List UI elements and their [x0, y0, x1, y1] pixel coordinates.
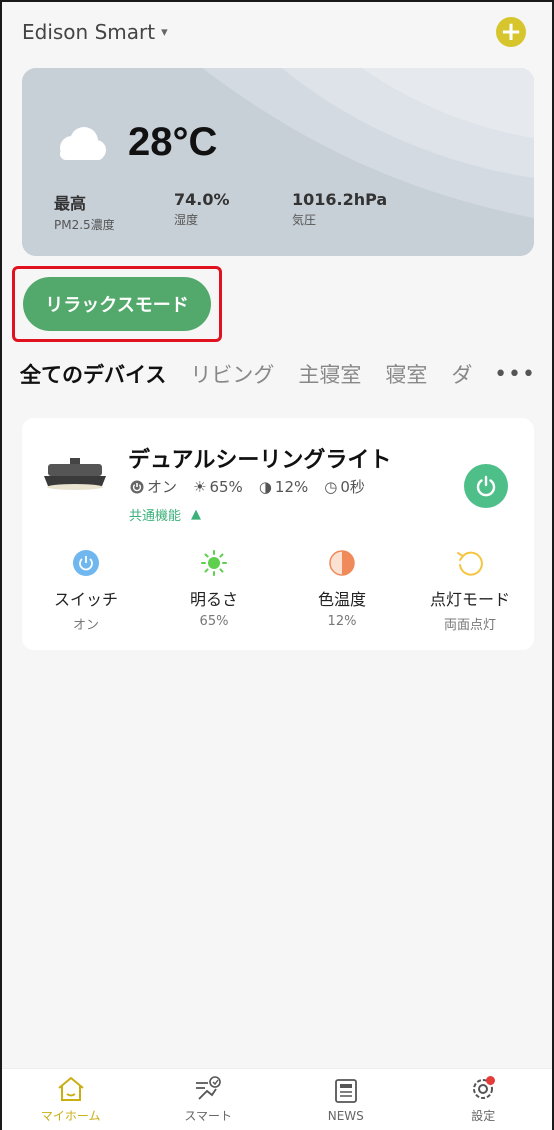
device-functions: スイッチ オン 明るさ 65% 色温度 12% 点灯モード 両面点灯 [22, 548, 534, 638]
smart-icon [196, 1076, 222, 1100]
news-icon [334, 1078, 357, 1103]
nav-smart-label: スマート [184, 1109, 233, 1123]
bottom-nav: マイホーム スマート NEWS 設定 [2, 1068, 552, 1130]
cloud-icon [60, 127, 106, 160]
tab-bedroom[interactable]: 寝室 [385, 359, 427, 389]
device-power-button[interactable] [464, 464, 508, 508]
func-brightness-value: 65% [199, 614, 229, 629]
add-device-button[interactable]: + [496, 17, 526, 47]
nav-my-home-label: マイホーム [40, 1109, 101, 1123]
status-timer-text: 0秒 [340, 478, 365, 496]
status-timer: ◷ 0秒 [324, 476, 365, 497]
clock-icon: ◷ [324, 477, 338, 496]
nav-news[interactable]: NEWS [277, 1069, 415, 1130]
tab-master-bedroom[interactable]: 主寝室 [298, 359, 361, 389]
pm25-value: 最高 [54, 194, 87, 213]
status-brightness-text: 65% [209, 477, 243, 496]
nav-settings[interactable]: 設定 [415, 1069, 553, 1130]
home-name: Edison Smart [22, 20, 156, 44]
nav-smart[interactable]: スマート [140, 1069, 278, 1130]
power-icon [71, 548, 101, 578]
func-mode[interactable]: 点灯モード 両面点灯 [406, 548, 534, 638]
common-functions-toggle[interactable]: 共通機能 ▲ [129, 505, 201, 524]
power-icon [476, 475, 496, 497]
room-tabs: 全てのデバイス リビング 主寝室 寝室 ダ [20, 354, 540, 394]
nav-news-label: NEWS [327, 1108, 364, 1123]
device-card[interactable]: デュアルシーリングライト オン ☀ 65% ◑ 12% ◷ 0秒 共通機能 ▲ [22, 418, 534, 650]
func-switch-name: スイッチ [53, 590, 118, 609]
more-tabs-icon[interactable]: ••• [488, 354, 536, 394]
status-power: オン [130, 476, 177, 497]
func-mode-value: 両面点灯 [443, 618, 496, 633]
func-switch-value: オン [72, 618, 99, 633]
status-color-temp-text: 12% [274, 477, 309, 496]
pm25-label: PM2.5濃度 [54, 218, 115, 232]
tab-dining[interactable]: ダ [451, 359, 472, 389]
weather-stat-humidity: 74.0% 湿度 [174, 190, 230, 228]
weather-stat-pressure: 1016.2hPa 気圧 [292, 190, 387, 228]
temperature: 28°C [128, 120, 218, 164]
device-name: デュアルシーリングライト [128, 448, 392, 473]
humidity-value: 74.0% [174, 190, 230, 209]
chevron-up-icon: ▲ [191, 507, 202, 522]
func-color-temp[interactable]: 色温度 12% [278, 548, 406, 638]
scene-relax-button[interactable]: リラックスモード [23, 277, 211, 331]
func-brightness[interactable]: 明るさ 65% [150, 548, 278, 638]
home-icon [58, 1077, 84, 1101]
half-circle-icon: ◑ [258, 477, 272, 496]
device-status: オン ☀ 65% ◑ 12% ◷ 0秒 [130, 476, 365, 497]
color-temperature-icon [327, 548, 357, 578]
func-brightness-name: 明るさ [189, 590, 238, 609]
status-power-text: オン [147, 478, 178, 496]
func-mode-name: 点灯モード [429, 590, 510, 609]
ceiling-light-icon [44, 458, 106, 490]
tab-living[interactable]: リビング [190, 359, 274, 389]
home-selector[interactable]: Edison Smart ▾ [22, 20, 168, 44]
weather-card[interactable]: 28°C 最高 PM2.5濃度 74.0% 湿度 1016.2hPa 気圧 [22, 68, 534, 256]
nav-my-home[interactable]: マイホーム [2, 1069, 140, 1130]
nav-settings-label: 設定 [471, 1109, 496, 1123]
chevron-down-icon: ▾ [161, 24, 168, 40]
power-status-icon [130, 480, 144, 493]
pressure-label: 気圧 [292, 213, 317, 227]
humidity-label: 湿度 [174, 213, 199, 227]
brightness-icon [199, 548, 229, 578]
top-bar: Edison Smart ▾ + [2, 2, 552, 64]
status-color-temp: ◑ 12% [259, 476, 308, 497]
mode-icon [455, 548, 485, 578]
func-color-temp-name: 色温度 [317, 590, 366, 609]
common-functions-label: 共通機能 [129, 509, 182, 524]
pressure-value: 1016.2hPa [292, 190, 388, 209]
tab-all-devices[interactable]: 全てのデバイス [20, 359, 166, 389]
func-color-temp-value: 12% [327, 614, 357, 629]
sun-icon: ☀ [193, 477, 207, 496]
weather-stat-pm25: 最高 PM2.5濃度 [54, 190, 115, 233]
status-brightness: ☀ 65% [193, 476, 243, 497]
notification-dot [485, 1076, 495, 1085]
func-switch[interactable]: スイッチ オン [22, 548, 150, 638]
